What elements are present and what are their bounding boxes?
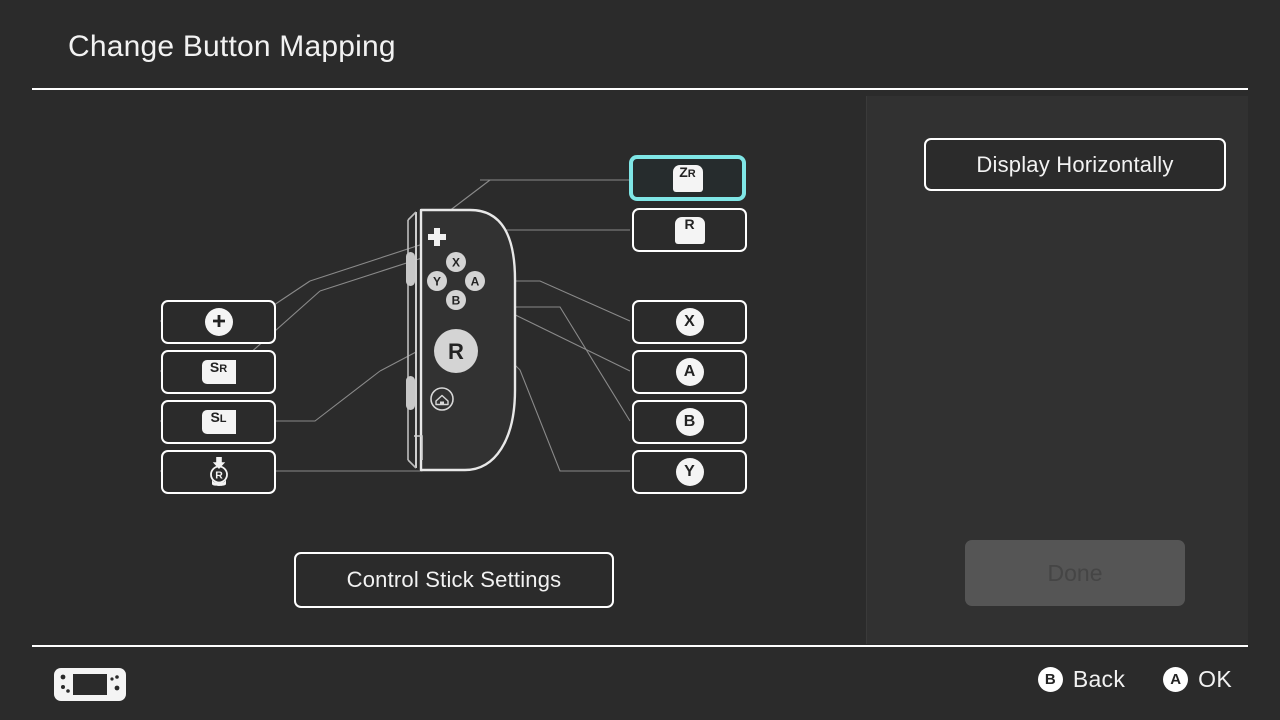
sr-glyph-sub: R bbox=[219, 363, 228, 375]
ok-label: OK bbox=[1198, 666, 1232, 692]
display-horizontally-button[interactable]: Display Horizontally bbox=[924, 138, 1226, 191]
right-stick-press-icon: R bbox=[203, 456, 235, 488]
a-button-icon: A bbox=[1163, 667, 1189, 692]
y-button-icon: Y bbox=[675, 458, 704, 486]
mapping-button-zr[interactable]: ZR bbox=[630, 156, 745, 200]
footer-hints: B Back A OK bbox=[1037, 666, 1232, 693]
mapping-button-sl[interactable]: SL bbox=[161, 400, 276, 444]
mapping-button-stick-press[interactable]: R bbox=[161, 450, 276, 494]
svg-text:R: R bbox=[448, 339, 464, 364]
zr-glyph-main: Z bbox=[679, 163, 688, 180]
mapping-button-plus[interactable] bbox=[161, 300, 276, 344]
right-stick-on-controller: R bbox=[434, 329, 478, 373]
footer-hint-back[interactable]: B Back bbox=[1037, 666, 1126, 693]
change-button-mapping-screen: Change Button Mapping X Y A B R S R S L … bbox=[0, 0, 1280, 720]
r-glyph-main: R bbox=[684, 215, 695, 232]
svg-text:Y: Y bbox=[433, 275, 441, 289]
sl-glyph-sub: L bbox=[219, 413, 227, 425]
svg-text:A: A bbox=[471, 275, 480, 289]
svg-text:R: R bbox=[215, 470, 223, 482]
mapping-button-x[interactable]: X bbox=[632, 300, 747, 344]
footer-hint-ok[interactable]: A OK bbox=[1163, 666, 1232, 693]
b-button-icon: B bbox=[1037, 667, 1063, 692]
svg-text:B: B bbox=[452, 294, 461, 308]
sr-rail-button bbox=[406, 252, 415, 286]
zr-glyph-sub: R bbox=[687, 167, 696, 180]
done-button[interactable]: Done bbox=[965, 540, 1185, 606]
sl-rail-button bbox=[406, 376, 415, 410]
switch-console-icon[interactable] bbox=[54, 668, 126, 701]
footer-divider bbox=[32, 645, 1248, 647]
mapping-button-b[interactable]: B bbox=[632, 400, 747, 444]
mapping-button-a[interactable]: A bbox=[632, 350, 747, 394]
page-title: Change Button Mapping bbox=[68, 30, 396, 63]
mapping-button-sr[interactable]: SR bbox=[161, 350, 276, 394]
x-button-icon: X bbox=[675, 308, 704, 336]
panel-divider bbox=[866, 96, 867, 644]
header-divider bbox=[32, 88, 1248, 90]
a-button-icon: A bbox=[675, 358, 704, 386]
r-trigger-icon: R bbox=[674, 215, 705, 244]
mapping-button-y[interactable]: Y bbox=[632, 450, 747, 494]
sr-button-icon: SR bbox=[201, 359, 236, 384]
sl-glyph-main: S bbox=[210, 409, 220, 425]
plus-button-icon bbox=[204, 308, 233, 336]
zr-trigger-icon: ZR bbox=[672, 163, 703, 192]
sl-button-icon: SL bbox=[201, 409, 236, 434]
b-button-icon: B bbox=[675, 408, 704, 436]
back-label: Back bbox=[1072, 666, 1126, 692]
control-stick-settings-button[interactable]: Control Stick Settings bbox=[294, 552, 614, 608]
mapping-button-r[interactable]: R bbox=[632, 208, 747, 252]
svg-text:X: X bbox=[452, 256, 460, 270]
sr-glyph-main: S bbox=[209, 359, 220, 375]
